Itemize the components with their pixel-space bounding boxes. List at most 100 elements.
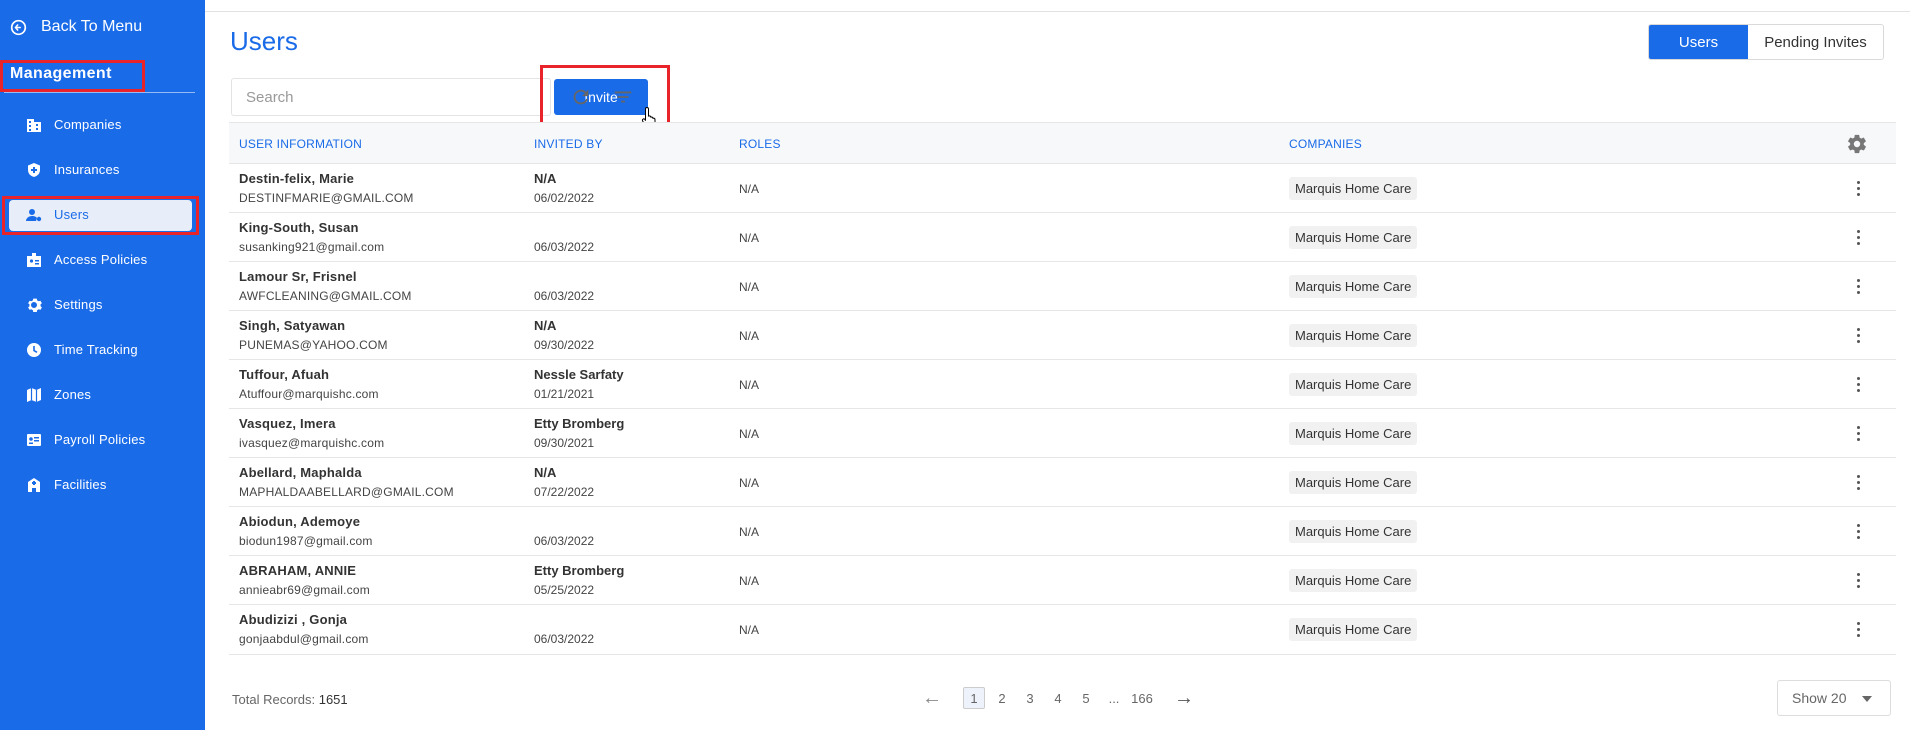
- row-menu-kebab-icon[interactable]: [1848, 276, 1868, 296]
- invite-date: 06/02/2022: [534, 191, 595, 205]
- sidebar-item-label: Settings: [54, 297, 103, 312]
- page-size-select[interactable]: Show 20: [1777, 680, 1891, 716]
- column-header-user-information[interactable]: USER INFORMATION: [239, 137, 362, 151]
- user-name: Destin-felix, Marie: [239, 171, 355, 186]
- table-row[interactable]: Destin-felix, Marie DESTINFMARIE@GMAIL.C…: [229, 164, 1896, 213]
- id-card-icon: [25, 431, 43, 449]
- row-menu-kebab-icon[interactable]: [1848, 325, 1868, 345]
- filter-icon: [614, 91, 632, 103]
- sidebar-item-label: Zones: [54, 387, 92, 402]
- next-page-arrow-icon[interactable]: →: [1170, 686, 1198, 710]
- sidebar-item-time-tracking[interactable]: Time Tracking: [0, 327, 205, 372]
- prev-page-arrow-icon[interactable]: ←: [918, 686, 946, 710]
- invite-date: 06/03/2022: [534, 534, 595, 548]
- invite-date: 06/03/2022: [534, 632, 595, 646]
- sidebar-item-insurances[interactable]: Insurances: [0, 147, 205, 192]
- column-header-invited-by[interactable]: INVITED BY: [534, 137, 603, 151]
- page-size-value: Show 20: [1792, 690, 1847, 706]
- page-5[interactable]: 5: [1075, 687, 1097, 709]
- table-row[interactable]: King-South, Susan susanking921@gmail.com…: [229, 213, 1896, 262]
- sidebar-item-users[interactable]: Users: [0, 192, 205, 237]
- column-header-companies[interactable]: COMPANIES: [1289, 137, 1362, 151]
- sidebar-item-label: Payroll Policies: [54, 432, 146, 447]
- sidebar-item-companies[interactable]: Companies: [0, 102, 205, 147]
- gear-icon: [25, 296, 43, 314]
- table-row[interactable]: Singh, Satyawan PUNEMAS@YAHOO.COM N/A 09…: [229, 311, 1896, 360]
- sidebar-nav: Companies Insurances Users Access Polici…: [0, 102, 205, 507]
- company-chip: Marquis Home Care: [1289, 618, 1418, 641]
- sidebar-item-facilities[interactable]: Facilities: [0, 462, 205, 507]
- sidebar-item-label: Users: [54, 207, 89, 222]
- sidebar-item-payroll-policies[interactable]: Payroll Policies: [0, 417, 205, 462]
- user-roles: N/A: [739, 574, 760, 588]
- user-name: Abudizizi , Gonja: [239, 612, 348, 627]
- user-name: ABRAHAM, ANNIE: [239, 563, 357, 578]
- invited-by: Etty Bromberg: [534, 416, 625, 431]
- back-to-menu-link[interactable]: Back To Menu: [10, 18, 142, 36]
- user-roles: N/A: [739, 476, 760, 490]
- circle-arrow-left-icon: [10, 19, 27, 35]
- row-menu-kebab-icon[interactable]: [1848, 521, 1868, 541]
- table-row[interactable]: Vasquez, Imera ivasquez@marquishc.com Et…: [229, 409, 1896, 458]
- user-roles: N/A: [739, 623, 760, 637]
- user-roles: N/A: [739, 329, 760, 343]
- row-menu-kebab-icon[interactable]: [1848, 619, 1868, 639]
- user-email: Atuffour@marquishc.com: [239, 387, 379, 401]
- invited-by: Etty Bromberg: [534, 563, 625, 578]
- back-to-menu-label: Back To Menu: [41, 18, 143, 35]
- tab-pending-invites[interactable]: Pending Invites: [1748, 25, 1883, 59]
- row-menu-kebab-icon[interactable]: [1848, 227, 1868, 247]
- table-settings-gear-icon[interactable]: [1846, 133, 1868, 155]
- page-3[interactable]: 3: [1019, 687, 1041, 709]
- sidebar-item-label: Facilities: [54, 477, 107, 492]
- user-roles: N/A: [739, 280, 760, 294]
- company-chip: Marquis Home Care: [1289, 177, 1418, 200]
- sidebar-item-zones[interactable]: Zones: [0, 372, 205, 417]
- column-header-roles[interactable]: ROLES: [739, 137, 781, 151]
- total-records-value: 1651: [318, 692, 348, 707]
- table-row[interactable]: ABRAHAM, ANNIE annieabr69@gmail.com Etty…: [229, 556, 1896, 605]
- page-4[interactable]: 4: [1047, 687, 1069, 709]
- user-name: Vasquez, Imera: [239, 416, 336, 431]
- map-icon: [25, 386, 43, 404]
- invite-date: 07/22/2022: [534, 485, 595, 499]
- table-row[interactable]: Abellard, Maphalda MAPHALDAABELLARD@GMAI…: [229, 458, 1896, 507]
- table-row[interactable]: Abiodun, Ademoye biodun1987@gmail.com 06…: [229, 507, 1896, 556]
- pagination: ← 1 2 3 4 5 ... 166 →: [918, 686, 1198, 710]
- company-chip: Marquis Home Care: [1289, 275, 1418, 298]
- table-row[interactable]: Lamour Sr, Frisnel AWFCLEANING@GMAIL.COM…: [229, 262, 1896, 311]
- page-title: Users: [230, 26, 298, 56]
- sidebar-item-label: Time Tracking: [54, 342, 138, 357]
- page-2[interactable]: 2: [991, 687, 1013, 709]
- refresh-button[interactable]: [570, 86, 592, 108]
- building-icon: [25, 116, 43, 134]
- user-name: Abellard, Maphalda: [239, 465, 362, 480]
- page-166[interactable]: 166: [1131, 687, 1153, 709]
- table-row[interactable]: Tuffour, Afuah Atuffour@marquishc.com Ne…: [229, 360, 1896, 409]
- search-input[interactable]: [231, 78, 551, 116]
- row-menu-kebab-icon[interactable]: [1848, 423, 1868, 443]
- company-chip: Marquis Home Care: [1289, 569, 1418, 592]
- refresh-icon: [573, 89, 589, 105]
- row-menu-kebab-icon[interactable]: [1848, 570, 1868, 590]
- invited-by: N/A: [534, 465, 557, 480]
- total-records-label: Total Records:: [232, 692, 316, 707]
- sidebar-item-settings[interactable]: Settings: [0, 282, 205, 327]
- invite-date: 06/03/2022: [534, 240, 595, 254]
- table-row[interactable]: Abudizizi , Gonja gonjaabdul@gmail.com 0…: [229, 605, 1896, 654]
- caret-down-icon: [1862, 696, 1872, 702]
- sidebar-item-access-policies[interactable]: Access Policies: [0, 237, 205, 282]
- company-chip: Marquis Home Care: [1289, 471, 1418, 494]
- users-gear-icon: [25, 206, 43, 224]
- user-email: DESTINFMARIE@GMAIL.COM: [239, 191, 414, 205]
- user-email: ivasquez@marquishc.com: [239, 436, 385, 450]
- user-email: gonjaabdul@gmail.com: [239, 632, 369, 646]
- row-menu-kebab-icon[interactable]: [1848, 472, 1868, 492]
- table-header: USER INFORMATION INVITED BY ROLES COMPAN…: [229, 123, 1896, 164]
- filter-button[interactable]: [612, 86, 634, 108]
- user-roles: N/A: [739, 427, 760, 441]
- tab-users[interactable]: Users: [1649, 25, 1748, 59]
- page-1[interactable]: 1: [963, 687, 985, 709]
- row-menu-kebab-icon[interactable]: [1848, 178, 1868, 198]
- row-menu-kebab-icon[interactable]: [1848, 374, 1868, 394]
